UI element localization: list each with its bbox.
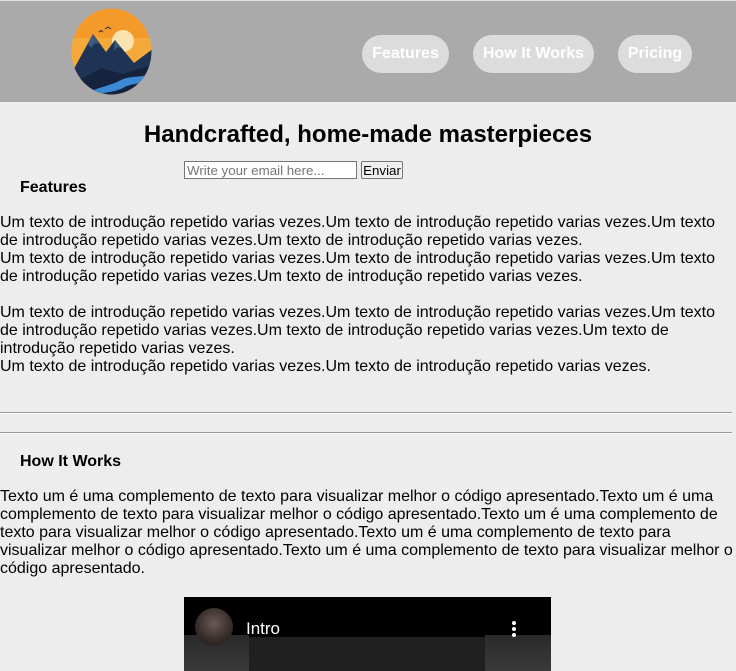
mountain-sunset-logo[interactable] [71, 8, 152, 95]
site-header: Features How It Works Pricing [0, 0, 736, 102]
nav-features-button[interactable]: Features [362, 35, 449, 73]
how-it-works-heading: How It Works [20, 453, 122, 470]
features-paragraph: Um texto de introdução repetido varias v… [0, 304, 716, 357]
section-divider [0, 432, 732, 434]
video-player[interactable]: Intro [184, 597, 551, 671]
nav-pricing-button[interactable]: Pricing [618, 35, 692, 73]
video-title[interactable]: Intro [246, 619, 280, 639]
video-frame-center [249, 637, 485, 671]
features-heading: Features [20, 179, 87, 196]
channel-avatar[interactable] [195, 608, 233, 646]
email-input[interactable] [184, 161, 357, 179]
hero-title: Handcrafted, home-made masterpieces [143, 121, 593, 148]
features-paragraph: Um texto de introdução repetido varias v… [0, 358, 651, 375]
more-vertical-icon[interactable] [508, 621, 520, 641]
how-it-works-paragraph: Texto um é uma complemento de texto para… [0, 488, 733, 577]
nav-how-it-works-button[interactable]: How It Works [473, 35, 594, 73]
features-paragraph: Um texto de introdução repetido varias v… [0, 250, 716, 285]
submit-button[interactable]: Enviar [361, 161, 403, 179]
features-paragraph: Um texto de introdução repetido varias v… [0, 214, 716, 249]
section-divider [0, 412, 732, 414]
